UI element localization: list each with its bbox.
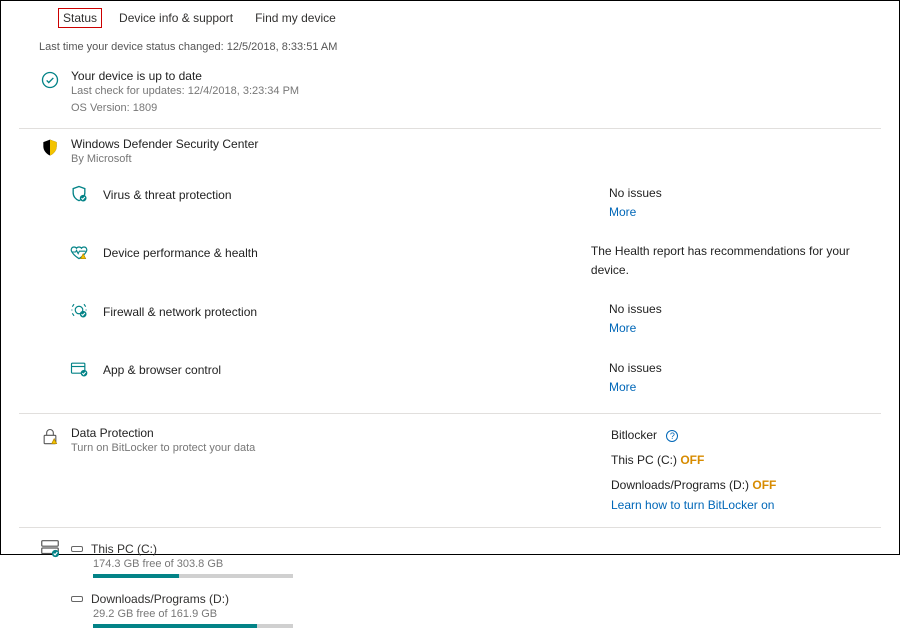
drive-c: This PC (C:) 174.3 GB free of 303.8 GB — [71, 536, 293, 586]
app-browser-status: No issues — [609, 359, 662, 378]
drive-c-name: This PC (C:) — [91, 542, 157, 556]
tab-bar: Status Device info & support Find my dev… — [19, 9, 881, 27]
data-protection-row: Data Protection Turn on BitLocker to pro… — [19, 416, 881, 521]
firewall-icon — [69, 300, 89, 323]
defender-item-app-browser: App & browser control No issues More — [69, 349, 881, 407]
defender-by: By Microsoft — [71, 151, 258, 168]
heart-warning-icon — [69, 242, 89, 265]
performance-label: Device performance & health — [103, 246, 258, 260]
app-browser-label: App & browser control — [103, 363, 221, 377]
defender-item-virus: Virus & threat protection No issues More — [69, 174, 881, 232]
server-icon — [39, 536, 61, 559]
virus-label: Virus & threat protection — [103, 188, 232, 202]
drive-icon — [71, 596, 83, 602]
bitlocker-learn-link[interactable]: Learn how to turn BitLocker on — [611, 496, 776, 515]
shield-icon — [39, 137, 61, 158]
app-browser-icon — [69, 359, 89, 382]
bitlocker-drive-c-state: OFF — [680, 453, 704, 467]
firewall-more-link[interactable]: More — [609, 319, 662, 338]
update-last-check: Last check for updates: 12/4/2018, 3:23:… — [71, 83, 299, 100]
firewall-label: Firewall & network protection — [103, 305, 257, 319]
drive-d-free: 29.2 GB free of 161.9 GB — [93, 608, 293, 620]
drive-d: Downloads/Programs (D:) 29.2 GB free of … — [71, 586, 293, 636]
tab-find-my-device[interactable]: Find my device — [251, 9, 340, 27]
defender-title: Windows Defender Security Center — [71, 137, 258, 151]
update-os-version: OS Version: 1809 — [71, 100, 299, 117]
check-circle-icon — [39, 69, 61, 90]
virus-status: No issues — [609, 184, 662, 203]
virus-more-link[interactable]: More — [609, 203, 662, 222]
defender-item-firewall: Firewall & network protection No issues … — [69, 290, 881, 348]
defender-item-performance: Device performance & health The Health r… — [69, 232, 881, 290]
tab-status[interactable]: Status — [59, 9, 101, 27]
defender-items: Virus & threat protection No issues More… — [69, 174, 881, 408]
drive-c-bar — [93, 574, 293, 578]
performance-status: The Health report has recommendations fo… — [591, 242, 881, 280]
bitlocker-drive-c-label: This PC (C:) — [611, 453, 680, 467]
data-protection-sub: Turn on BitLocker to protect your data — [71, 440, 255, 457]
bitlocker-drive-d-state: OFF — [752, 478, 776, 492]
bitlocker-drive-d-label: Downloads/Programs (D:) — [611, 478, 752, 492]
app-browser-more-link[interactable]: More — [609, 378, 662, 397]
status-changed-label: Last time your device status changed: 12… — [39, 41, 881, 53]
drive-d-name: Downloads/Programs (D:) — [91, 592, 229, 606]
virus-shield-icon — [69, 184, 89, 207]
update-status-row: Your device is up to date Last check for… — [19, 63, 881, 122]
firewall-status: No issues — [609, 300, 662, 319]
drive-d-bar — [93, 624, 293, 628]
data-protection-title: Data Protection — [71, 426, 255, 440]
storage-section: This PC (C:) 174.3 GB free of 303.8 GB D… — [19, 530, 881, 636]
drive-c-free: 174.3 GB free of 303.8 GB — [93, 558, 293, 570]
help-icon[interactable]: ? — [666, 430, 678, 442]
lock-warning-icon — [39, 426, 61, 457]
tab-device-info[interactable]: Device info & support — [115, 9, 237, 27]
bitlocker-label: Bitlocker — [611, 428, 657, 442]
defender-header: Windows Defender Security Center By Micr… — [19, 131, 881, 174]
drive-icon — [71, 546, 83, 552]
update-status-title: Your device is up to date — [71, 69, 299, 83]
